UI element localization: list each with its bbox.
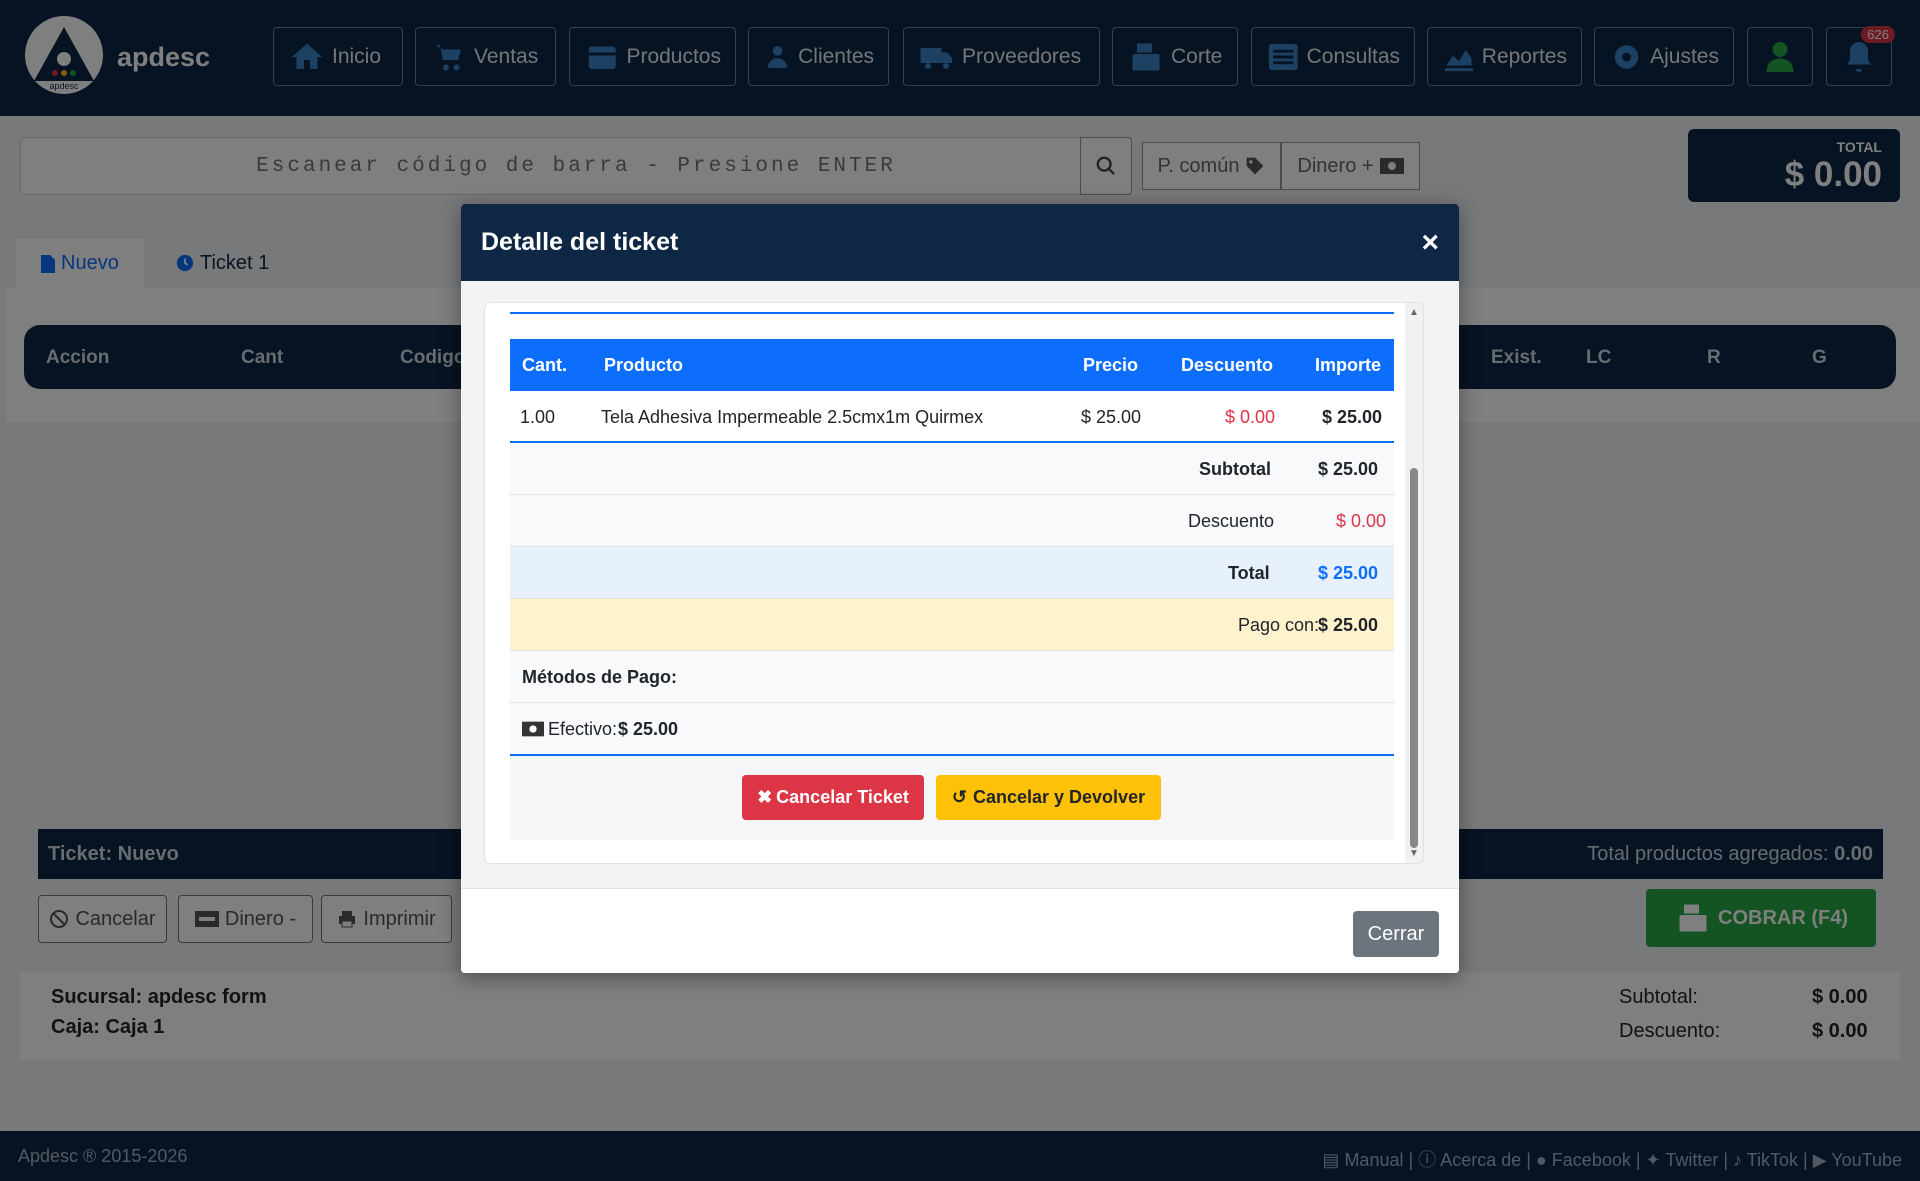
th-amount: Importe — [1315, 355, 1382, 375]
modal-total-label: Total — [1228, 563, 1270, 583]
payment-method-row: Efectivo: $ 25.00 — [510, 703, 1394, 756]
item-price: $ 25.00 — [1081, 407, 1142, 427]
subtotal-row: Subtotal $ 25.00 — [510, 443, 1394, 495]
item-qty: 1.00 — [520, 407, 556, 427]
item-product: Tela Adhesiva Impermeable 2.5cmx1m Quirm… — [601, 407, 984, 427]
cancel-ticket-button[interactable]: ✖ Cancelar Ticket — [742, 775, 924, 820]
modal-title: Detalle del ticket — [481, 228, 679, 256]
payment-methods-label: Métodos de Pago: — [522, 667, 678, 687]
scroll-down-icon[interactable]: ▼ — [1409, 848, 1419, 859]
payment-methods-row: Métodos de Pago: — [510, 651, 1394, 703]
modal-body: Cant. Producto Precio Descuento Importe … — [461, 281, 1459, 888]
paid-row: Pago con: $ 25.00 — [510, 599, 1394, 651]
th-qty: Cant. — [522, 355, 567, 375]
modal-header: Detalle del ticket × — [461, 204, 1459, 281]
modal-total-value: $ 25.00 — [1318, 563, 1379, 583]
th-discount: Descuento — [1181, 355, 1274, 375]
ticket-scroll-area[interactable]: Cant. Producto Precio Descuento Importe … — [484, 302, 1424, 864]
money-icon — [522, 721, 544, 737]
modal-subtotal-value: $ 25.00 — [1318, 459, 1379, 479]
th-price: Precio — [1083, 355, 1139, 375]
ticket-actions: ✖ Cancelar Ticket ↺ Cancelar y Devolver — [510, 756, 1394, 840]
paid-value: $ 25.00 — [1318, 615, 1379, 635]
modal-discount-label: Descuento — [1188, 511, 1275, 531]
paid-label: Pago con: — [1238, 615, 1320, 635]
ticket-table-header: Cant. Producto Precio Descuento Importe — [510, 339, 1394, 391]
ticket-detail-modal: Detalle del ticket × Cant. Producto Prec… — [461, 204, 1459, 973]
payment-method-label: Efectivo: — [548, 719, 618, 739]
close-icon: ✖ — [757, 787, 773, 807]
th-product: Producto — [604, 355, 683, 375]
modal-discount-value: $ 0.00 — [1336, 511, 1387, 531]
modal-subtotal-label: Subtotal — [1199, 459, 1271, 479]
item-amount: $ 25.00 — [1322, 407, 1383, 427]
cancel-return-button[interactable]: ↺ Cancelar y Devolver — [936, 775, 1161, 820]
cancel-return-label: Cancelar y Devolver — [972, 787, 1146, 807]
item-discount: $ 0.00 — [1225, 407, 1276, 427]
total-row: Total $ 25.00 — [510, 547, 1394, 599]
undo-icon: ↺ — [951, 787, 967, 807]
scrollbar-thumb[interactable] — [1410, 468, 1418, 848]
scrollbar[interactable]: ▲ ▼ — [1405, 303, 1423, 863]
close-icon[interactable]: × — [1421, 226, 1439, 260]
modal-footer: Cerrar — [461, 888, 1459, 973]
discount-row: Descuento $ 0.00 — [510, 495, 1394, 547]
scroll-up-icon[interactable]: ▲ — [1409, 307, 1419, 318]
table-row: 1.00 Tela Adhesiva Impermeable 2.5cmx1m … — [510, 391, 1394, 443]
cancel-ticket-label: Cancelar Ticket — [776, 787, 909, 807]
close-button[interactable]: Cerrar — [1353, 911, 1439, 957]
divider — [510, 312, 1394, 314]
payment-method-value: $ 25.00 — [618, 719, 679, 739]
